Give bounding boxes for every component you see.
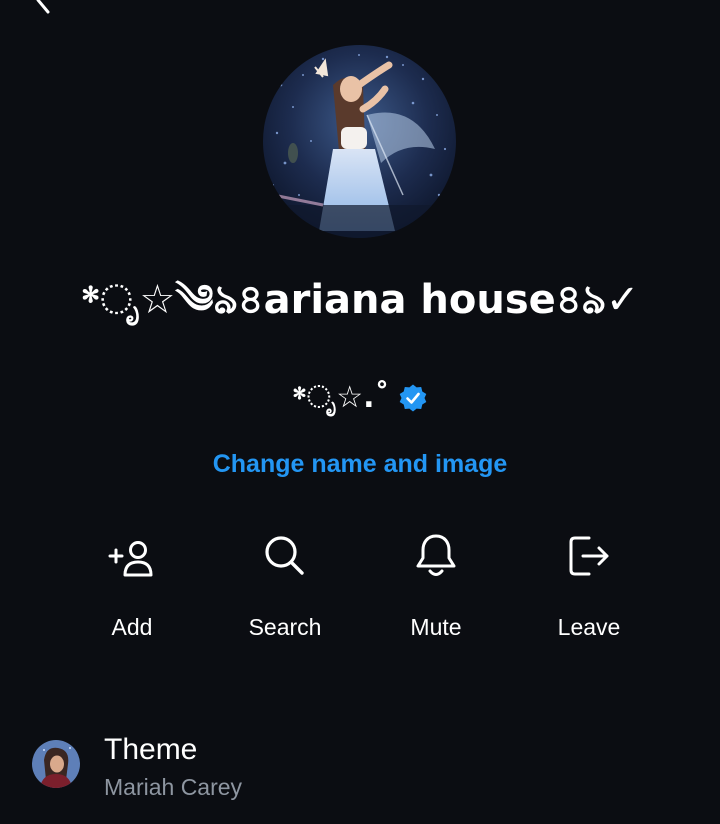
group-avatar[interactable]	[263, 45, 456, 238]
theme-subtitle: Mariah Carey	[104, 774, 243, 800]
group-name: *ೃ☆༄ঌ৪ariana house৪ঌ✓	[80, 277, 640, 323]
search-icon	[265, 536, 304, 575]
bell-icon	[416, 534, 456, 576]
mute-label: Mute	[410, 614, 462, 640]
mute-button[interactable]: Mute	[356, 528, 516, 658]
theme-thumbnail	[32, 740, 80, 788]
verified-badge-icon	[399, 384, 427, 411]
leave-label: Leave	[557, 614, 621, 640]
add-label: Add	[111, 614, 153, 640]
search-label: Search	[248, 614, 322, 640]
add-person-icon	[108, 541, 153, 577]
leave-icon	[569, 536, 609, 576]
creator-name: *ೃ☆.˚	[292, 380, 390, 415]
theme-photo	[32, 740, 80, 788]
theme-title: Theme	[104, 733, 198, 766]
leave-button[interactable]: Leave	[509, 528, 669, 658]
add-button[interactable]: Add	[52, 528, 212, 658]
back-button[interactable]	[30, 0, 58, 14]
theme-row[interactable]: Theme Mariah Carey	[0, 722, 720, 812]
creator-row: *ೃ☆.˚	[0, 380, 720, 415]
group-photo	[263, 45, 456, 238]
search-button[interactable]: Search	[205, 528, 365, 658]
change-name-and-image-link[interactable]: Change name and image	[0, 446, 720, 482]
chevron-left-icon	[36, 0, 50, 14]
